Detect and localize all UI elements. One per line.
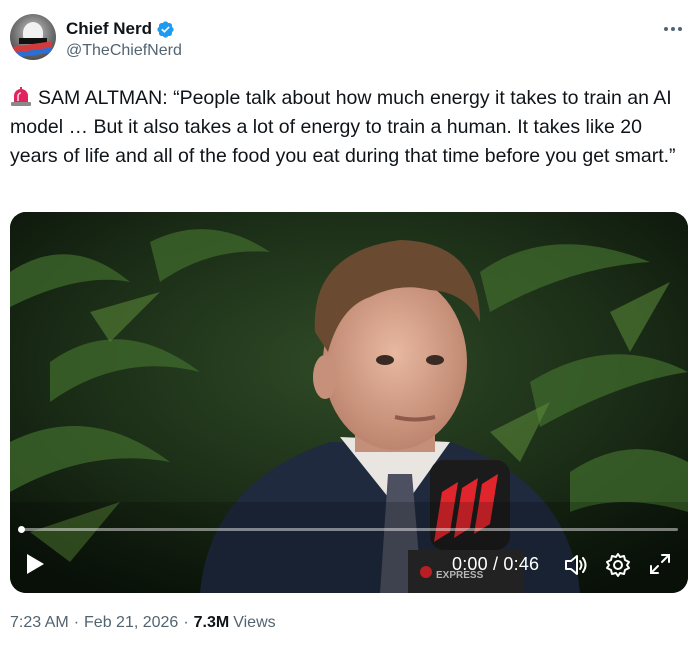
fullscreen-icon[interactable] xyxy=(648,552,672,576)
tweet-meta: 7:23 AM · Feb 21, 2026 · 7.3M Views xyxy=(10,614,276,632)
meta-separator: · xyxy=(183,614,189,631)
views-count: 7.3M xyxy=(193,614,230,631)
video-frame: EXPRESS xyxy=(10,212,688,593)
tweet-date[interactable]: Feb 21, 2026 xyxy=(84,614,178,632)
tweet-time[interactable]: 7:23 AM xyxy=(10,614,69,632)
tweet-body: SAM ALTMAN: “People talk about how much … xyxy=(10,87,676,167)
video-time: 0:00 / 0:46 xyxy=(452,554,540,574)
verified-badge-icon xyxy=(157,20,174,38)
video-progress-knob[interactable] xyxy=(18,526,25,533)
author-display-name[interactable]: Chief Nerd xyxy=(66,19,152,39)
tweet-text: SAM ALTMAN: “People talk about how much … xyxy=(10,84,694,171)
tweet-header: Chief Nerd @TheChiefNerd xyxy=(10,14,690,66)
volume-icon[interactable] xyxy=(563,552,589,578)
siren-emoji-icon xyxy=(11,87,31,106)
gear-icon[interactable] xyxy=(605,552,631,578)
play-icon[interactable] xyxy=(24,552,46,576)
video-progress-track[interactable] xyxy=(20,528,678,531)
avatar[interactable] xyxy=(10,14,56,60)
video-player[interactable]: EXPRESS 0:00 / 0:46 xyxy=(10,212,688,593)
meta-separator: · xyxy=(73,614,80,631)
more-options-icon[interactable] xyxy=(660,16,686,42)
views-label: Views xyxy=(233,614,276,631)
author-name-row: Chief Nerd xyxy=(66,18,175,40)
video-controls: 0:00 / 0:46 xyxy=(10,542,688,588)
author-handle[interactable]: @TheChiefNerd xyxy=(66,42,182,60)
